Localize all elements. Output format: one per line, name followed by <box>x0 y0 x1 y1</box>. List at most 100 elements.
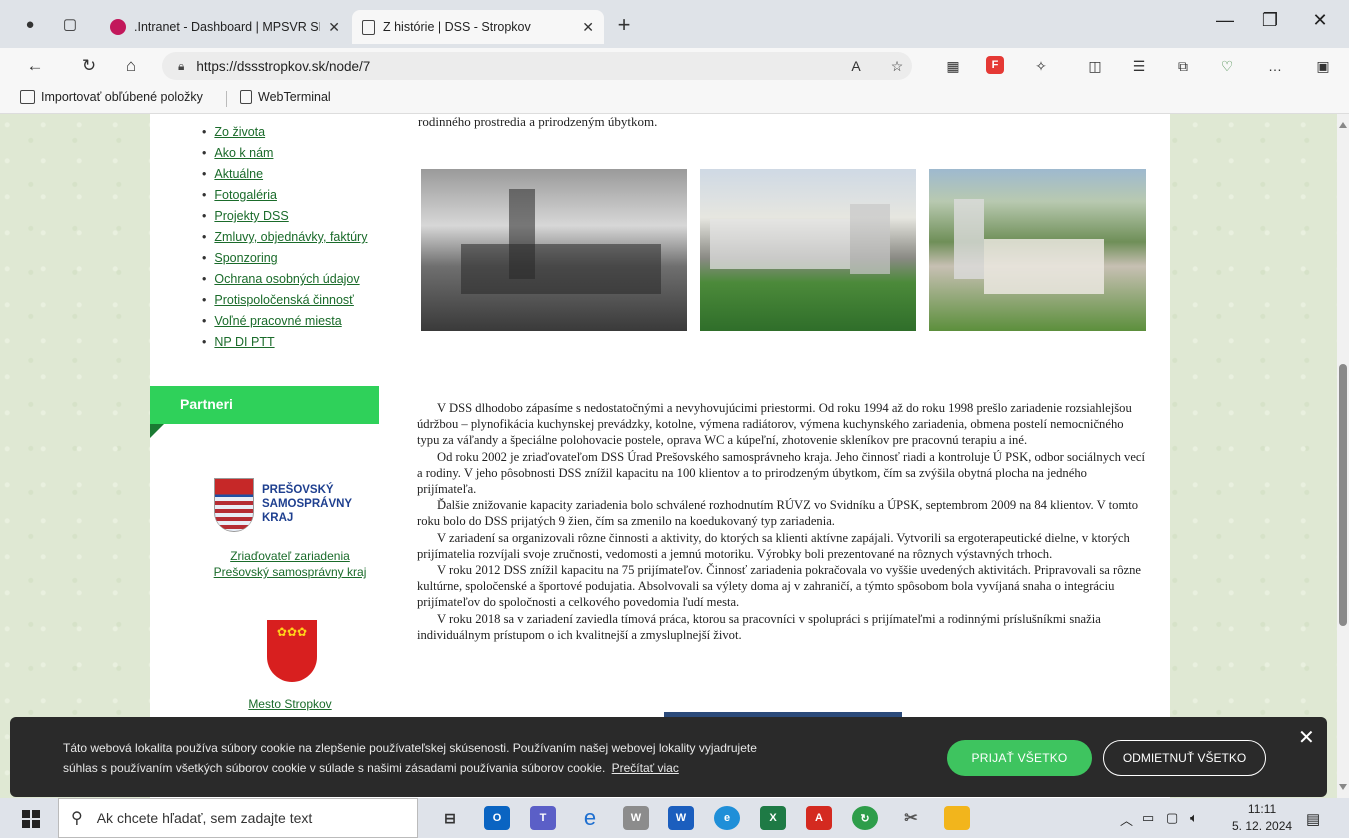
app-green-icon[interactable]: ↻ <box>852 806 878 830</box>
tab-title: Z histórie | DSS - Stropkov <box>383 20 531 34</box>
psk-coat-of-arms-icon <box>214 478 254 532</box>
import-favorites-item[interactable]: Importovať obľúbené položky <box>20 90 203 104</box>
reject-all-button[interactable]: ODMIETNUŤ VŠETKO <box>1103 740 1266 776</box>
close-tab-icon[interactable]: ✕ <box>328 19 340 36</box>
sidebar-toggle-icon[interactable]: ▣ <box>1312 56 1334 76</box>
menu-item[interactable]: Projekty DSS <box>202 206 367 227</box>
address-bar-row: ← ↻ ⌂ 🔒︎ https://dssstropkov.sk/node/7 A… <box>0 48 1349 84</box>
scroll-up-icon[interactable] <box>1339 122 1347 128</box>
favorites-icon[interactable]: ☰ <box>1128 56 1150 76</box>
profile-icon[interactable]: ● <box>18 12 42 36</box>
side-menu: Zo života Ako k nám Aktuálne Fotogaléria… <box>202 122 367 353</box>
taskbar-search-input[interactable]: ⚲ Ak chcete hľadať, sem zadajte text <box>58 798 418 838</box>
import-favorites-label: Importovať obľúbené položky <box>41 90 203 104</box>
menu-item[interactable]: Zo života <box>202 122 367 143</box>
snipping-tool-icon[interactable]: ✂ <box>898 806 924 830</box>
refresh-icon[interactable]: ↻ <box>76 53 102 79</box>
search-placeholder: Ak chcete hľadať, sem zadajte text <box>96 810 313 826</box>
stropkov-coat-of-arms-icon[interactable]: ✿✿✿ <box>267 620 317 682</box>
favorites-divider <box>226 91 227 107</box>
browser-essentials-icon[interactable]: ♡ <box>1216 56 1238 76</box>
import-icon <box>20 90 35 104</box>
webterminal-label: WebTerminal <box>258 90 331 104</box>
battery-icon[interactable]: ▭ <box>1142 810 1154 826</box>
menu-item[interactable]: NP DI PTT <box>202 332 367 353</box>
accept-all-button[interactable]: PRIJAŤ VŠETKO <box>947 740 1092 776</box>
article-paragraph: V roku 2012 DSS znížil kapacitu na 75 pr… <box>417 563 1142 610</box>
acrobat-icon[interactable]: A <box>806 806 832 830</box>
page-content: Zo života Ako k nám Aktuálne Fotogaléria… <box>150 114 1170 798</box>
article-paragraph: V zariadení sa organizovali rôzne činnos… <box>417 530 1130 561</box>
menu-item[interactable]: Ochrana osobných údajov <box>202 269 367 290</box>
tab-intranet[interactable]: .Intranet - Dashboard | MPSVR SR ✕ <box>100 10 350 44</box>
heading-fold <box>150 424 164 438</box>
menu-item[interactable]: Ako k nám <box>202 143 367 164</box>
taskbar: ⚲ Ak chcete hľadať, sem zadajte text ⊟ O… <box>0 798 1349 838</box>
menu-item[interactable]: Aktuálne <box>202 164 367 185</box>
window-close-icon[interactable]: ✕ <box>1300 10 1340 31</box>
cookie-message: Táto webová lokalita používa súbory cook… <box>63 741 757 775</box>
internet-explorer-icon[interactable]: e <box>577 805 603 830</box>
windows-start-icon[interactable] <box>22 810 40 828</box>
network-icon[interactable]: ▢ <box>1166 810 1178 826</box>
aerial-photo[interactable] <box>929 169 1146 331</box>
article-paragraph: Od roku 2002 je zriaďovateľom DSS Úrad P… <box>417 449 1146 497</box>
menu-item[interactable]: Zmluvy, objednávky, faktúry <box>202 227 367 248</box>
tray-chevron-icon[interactable]: ︿ <box>1120 810 1133 829</box>
split-screen-icon[interactable]: ◫ <box>1084 56 1106 76</box>
collections-icon[interactable]: ⧉ <box>1172 56 1194 76</box>
close-icon[interactable]: ✕ <box>1298 725 1315 750</box>
file-explorer-icon[interactable] <box>944 806 970 830</box>
clock-date: 5. 12. 2024 <box>1232 819 1293 833</box>
tab-actions-icon[interactable]: ▢ <box>58 12 82 36</box>
cookie-banner: Táto webová lokalita používa súbory cook… <box>10 717 1327 797</box>
excel-icon[interactable]: X <box>760 806 786 830</box>
mesto-stropkov-link[interactable]: Mesto Stropkov <box>200 696 380 712</box>
teams-icon[interactable]: T <box>530 806 556 830</box>
task-view-icon[interactable]: ⊟ <box>437 806 463 830</box>
historic-photo-bw[interactable] <box>421 169 687 331</box>
favorite-star-icon[interactable]: ☆ <box>886 56 908 76</box>
menu-item[interactable]: Sponzoring <box>202 248 367 269</box>
menu-item[interactable]: Voľné pracovné miesta <box>202 311 367 332</box>
wordpad-icon[interactable]: W <box>623 806 649 830</box>
url-field[interactable]: 🔒︎ https://dssstropkov.sk/node/7 <box>162 52 912 80</box>
webterminal-favorite[interactable]: WebTerminal <box>240 90 331 104</box>
word-icon[interactable]: W <box>668 806 694 830</box>
volume-icon[interactable]: 🔈︎ <box>1190 810 1198 826</box>
article-paragraph: V DSS dlhodobo zápasíme s nedostatočnými… <box>417 401 1132 448</box>
page-favicon-icon <box>362 19 375 35</box>
back-icon[interactable]: ← <box>22 53 48 79</box>
close-tab-icon[interactable]: ✕ <box>582 19 594 36</box>
taskbar-clock[interactable]: 11:11 5. 12. 2024 <box>1232 801 1292 835</box>
qr-code-icon[interactable]: ▦ <box>942 56 964 76</box>
history-article: V DSS dlhodobo zápasíme s nedostatočnými… <box>417 400 1147 643</box>
article-paragraph: V roku 2018 sa v zariadení zaviedla tímo… <box>417 611 1101 642</box>
read-more-link[interactable]: Prečítať viac <box>612 761 679 775</box>
home-icon[interactable]: ⌂ <box>118 53 144 79</box>
menu-item[interactable]: Protispoločenská činnosť <box>202 290 367 311</box>
scroll-down-icon[interactable] <box>1339 784 1347 790</box>
intro-text: rodinného prostredia a prirodzeným úbytk… <box>418 114 658 129</box>
notifications-icon[interactable]: ▤ <box>1306 810 1320 828</box>
scroll-thumb[interactable] <box>1339 364 1347 626</box>
restore-icon[interactable]: ❐ <box>1250 10 1290 31</box>
courtyard-photo[interactable] <box>700 169 916 331</box>
psk-logo-text: PREŠOVSKÝ SAMOSPRÁVNY KRAJ <box>262 484 353 524</box>
extensions-icon[interactable]: ✧ <box>1030 56 1052 76</box>
web-page: Zo života Ako k nám Aktuálne Fotogaléria… <box>0 114 1337 798</box>
minimize-icon[interactable]: — <box>1205 10 1245 31</box>
new-tab-icon[interactable]: + <box>612 12 636 38</box>
page-scrollbar[interactable] <box>1337 114 1349 798</box>
extension-f-icon[interactable]: F <box>986 56 1004 74</box>
menu-item[interactable]: Fotogaléria <box>202 185 367 206</box>
browser-tab-bar: ● ▢ .Intranet - Dashboard | MPSVR SR ✕ Z… <box>0 0 1349 48</box>
edge-icon[interactable]: e <box>714 806 740 830</box>
more-options-icon[interactable]: … <box>1264 56 1286 76</box>
outlook-icon[interactable]: O <box>484 806 510 830</box>
psk-logo[interactable]: PREŠOVSKÝ SAMOSPRÁVNY KRAJ <box>214 478 384 534</box>
read-aloud-icon[interactable]: A <box>845 56 867 76</box>
tab-z-historie[interactable]: Z histórie | DSS - Stropkov ✕ <box>352 10 604 44</box>
psk-link[interactable]: Zriaďovateľ zariadenia Prešovský samospr… <box>200 548 380 580</box>
partners-heading: Partneri <box>150 386 379 424</box>
